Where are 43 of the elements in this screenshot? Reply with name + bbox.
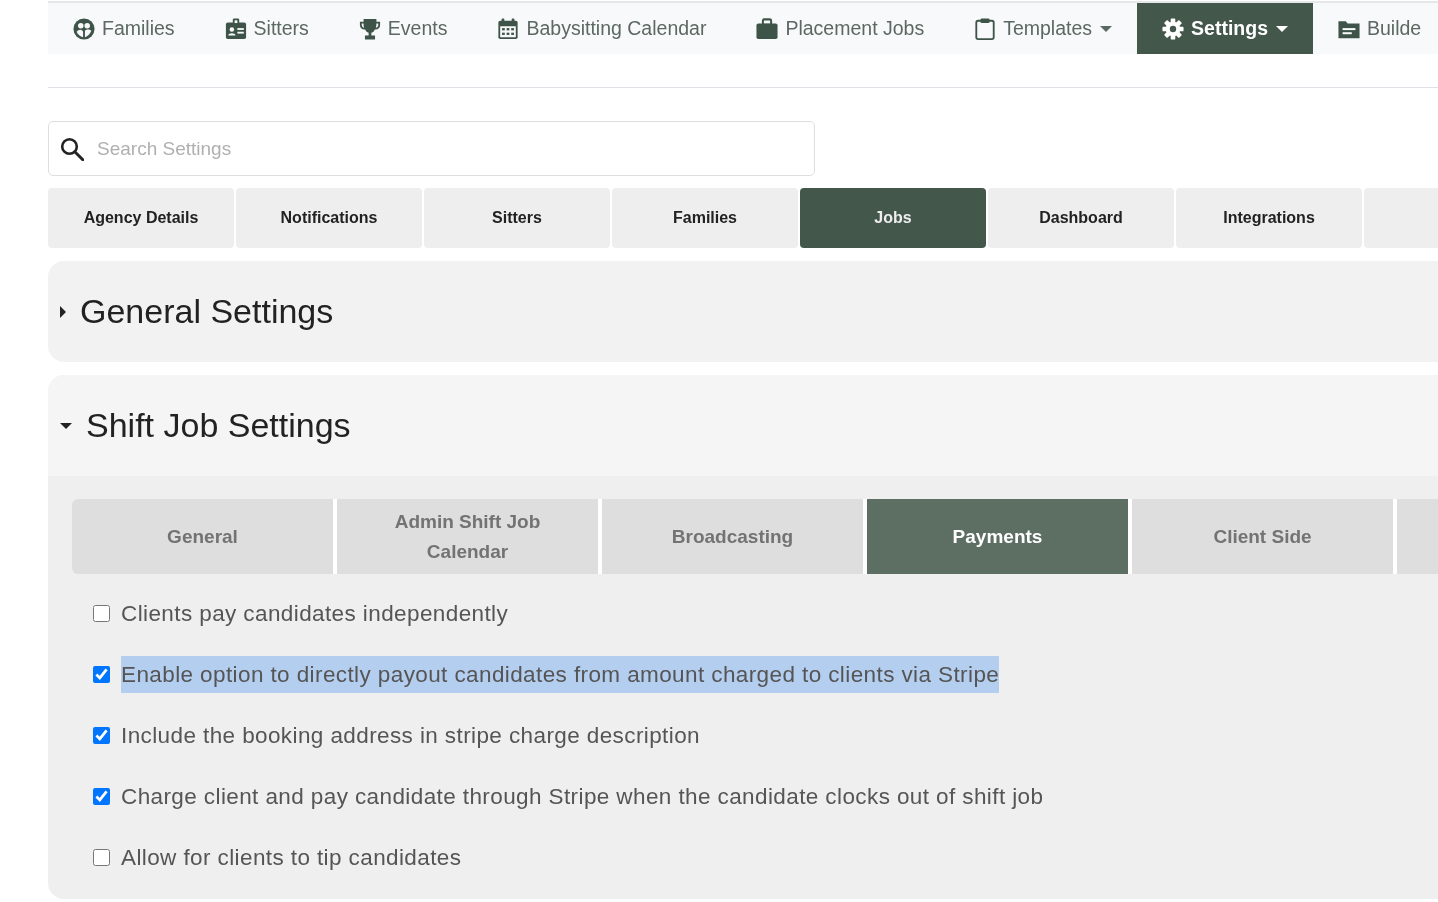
checkbox[interactable]	[93, 605, 110, 622]
search-icon	[60, 137, 84, 161]
nav-link[interactable]: Builde	[1313, 3, 1422, 54]
calendar-icon	[497, 17, 520, 40]
section-title: General Settings	[80, 291, 334, 332]
briefcase-icon	[756, 17, 779, 40]
section-title: Shift Job Settings	[86, 405, 351, 446]
checkbox[interactable]	[93, 727, 110, 744]
subtab[interactable]: Client Side	[1132, 499, 1397, 574]
subtab[interactable]: General	[72, 499, 337, 574]
search-field[interactable]: Search Settings	[48, 121, 815, 176]
tab[interactable]: Agency Details	[48, 188, 234, 248]
tab[interactable]: Notifications	[236, 188, 422, 248]
tab[interactable]: Sitters	[424, 188, 610, 248]
subtab[interactable]: Payments	[867, 499, 1132, 574]
option-label: Clients pay candidates independently	[121, 599, 509, 628]
section-header[interactable]: General Settings	[48, 261, 1438, 362]
tab[interactable]: Families	[612, 188, 798, 248]
nav-link[interactable]: Sitters	[199, 3, 334, 54]
checkbox[interactable]	[93, 849, 110, 866]
nav-link[interactable]: Events	[333, 3, 473, 54]
people-circle-icon	[73, 17, 95, 40]
tab[interactable]: Dashboard	[988, 188, 1174, 248]
tab[interactable]: Jobs	[800, 188, 986, 248]
nav-link[interactable]: Families	[48, 3, 200, 54]
tab[interactable]: Integrations	[1176, 188, 1362, 248]
nav-link[interactable]: Settings	[1137, 3, 1313, 54]
option-label: Allow for clients to tip candidates	[121, 843, 462, 872]
option-label: Enable option to directly payout candidates from amount charged to clients via Stripe	[121, 655, 1000, 694]
section-header[interactable]: Shift Job Settings	[48, 375, 1438, 476]
id-badge-icon	[224, 17, 247, 40]
nav-link[interactable]: Placement Jobs	[731, 3, 950, 54]
checkbox[interactable]	[93, 788, 110, 805]
clipboard-icon	[974, 17, 997, 40]
checkbox[interactable]	[93, 666, 110, 683]
trophy-icon	[358, 17, 381, 40]
subtab[interactable]: Admin Shift Job Calendar	[337, 499, 602, 574]
subtab[interactable]: Broadcasting	[602, 499, 867, 574]
option-label: Include the booking address in stripe charge description	[121, 721, 700, 750]
nav-link[interactable]: Babysitting Calendar	[472, 3, 732, 54]
option-label: Charge client and pay candidate through Stripe when the candidate clocks out of shift job	[121, 782, 1044, 811]
gear-icon	[1162, 17, 1185, 40]
nav-link[interactable]: Templates	[949, 3, 1138, 54]
